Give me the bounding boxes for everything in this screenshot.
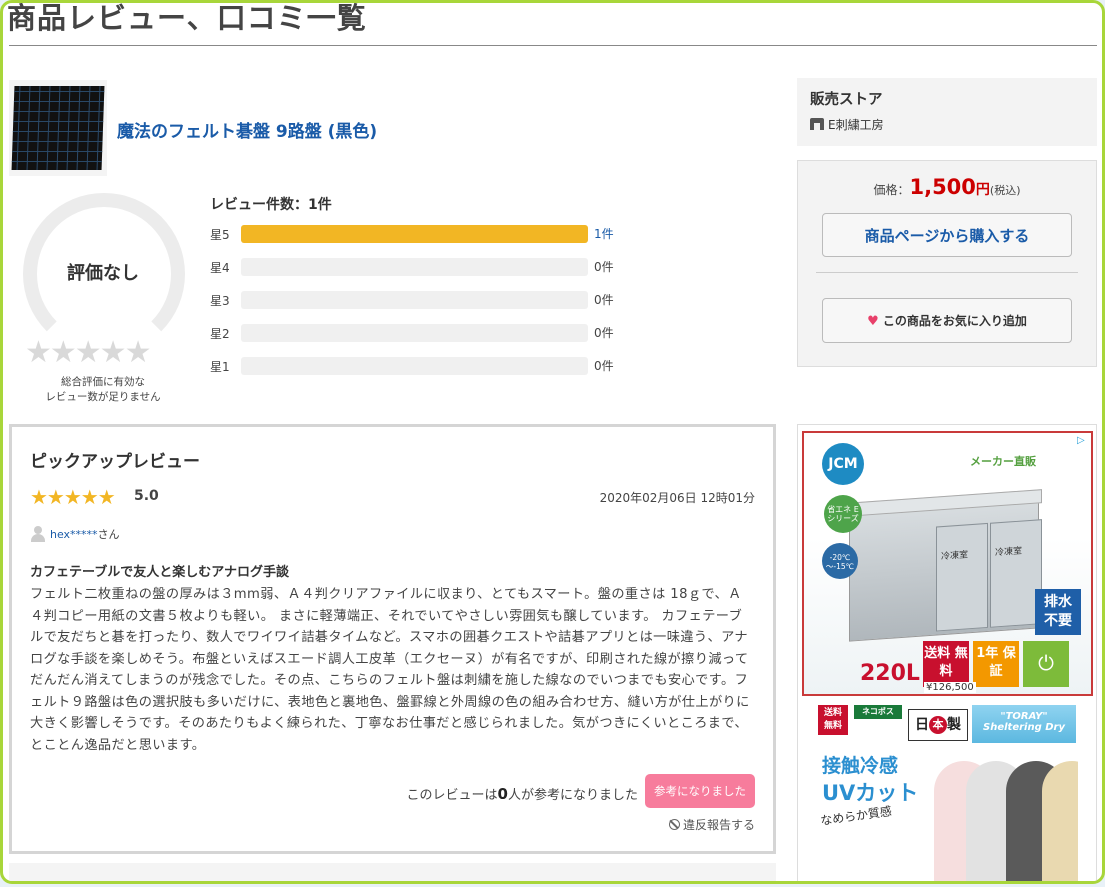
price-divider [816, 272, 1078, 273]
contact-cool-text: 接触冷感 [822, 755, 899, 777]
review-heading: カフェテーブルで友人と楽しむアナログ手談 [30, 565, 289, 580]
no-drain-badge: 排水 不要 [1035, 589, 1081, 635]
empty-star-rating: ★★★★★ [25, 335, 151, 370]
uv-cut-text: UVカット [822, 781, 919, 805]
review-star-rating: ★★★★★ [30, 485, 116, 509]
free-shipping-badge: 送料 無料 [923, 641, 969, 687]
jcm-logo: JCM [822, 443, 864, 485]
go-board-image [11, 86, 105, 170]
histogram-row: 星3 0件 [210, 291, 630, 309]
favorite-button[interactable]: ♥ この商品をお気に入り追加 [822, 298, 1072, 343]
histogram-row: 星1 0件 [210, 357, 630, 375]
histogram-fill [241, 225, 588, 243]
product-thumbnail[interactable] [9, 80, 107, 176]
review-date: 2020年02月06日 12時01分 [599, 491, 755, 505]
histogram-count: 0件 [594, 326, 614, 340]
user-icon [30, 526, 46, 542]
histogram-label: 星3 [210, 294, 230, 308]
histogram-track [241, 258, 588, 276]
ad-column: ▷ JCM メーカー直販 冷凍室 冷凍室 省エネ Eシリーズ -20℃ ～-15… [797, 424, 1097, 881]
page-frame: 商品レビュー、口コミ一覧 魔法のフェルト碁盤 9路盤 (黒色) 評価なし ★★★… [0, 0, 1105, 884]
report-link[interactable]: 違反報告する [668, 816, 755, 833]
temperature-badge: -20℃ ～-15℃ [822, 543, 858, 579]
histogram-row: 星4 0件 [210, 258, 630, 276]
pickup-review-card: ピックアップレビュー ★★★★★ 5.0 2020年02月06日 12時01分 … [9, 424, 776, 854]
eco-badge: 省エネ Eシリーズ [824, 495, 862, 533]
warranty-badge: 1年 保証 [973, 641, 1019, 687]
free-shipping-badge: 送料 無料 [818, 705, 848, 735]
histogram-count: 0件 [594, 359, 614, 373]
prohibited-icon [668, 819, 680, 830]
ad-price: ¥126,500 [924, 682, 976, 693]
maker-direct-label: メーカー直販 [970, 455, 1036, 468]
price-line: 価格：1,500円(税込) [873, 175, 1021, 199]
histogram-label: 星5 [210, 228, 230, 242]
review-body: フェルト二枚重ねの盤の厚みは３mm弱、Ａ４判クリアファイルに収まり、とてもスマー… [30, 587, 750, 753]
store-title: 販売ストア [810, 92, 883, 108]
histogram-row: 星2 0件 [210, 324, 630, 342]
capacity-label: 220L [860, 661, 920, 686]
insufficient-reviews-note: 総合評価に有効な レビュー数が足りません [45, 376, 161, 403]
histogram-count[interactable]: 1件 [594, 225, 614, 242]
buy-button[interactable]: 商品ページから購入する [822, 213, 1072, 257]
histogram-count: 0件 [594, 260, 614, 274]
histogram-track [241, 225, 588, 243]
reviewer-name[interactable]: hex*****さん [50, 526, 120, 542]
histogram-label: 星4 [210, 261, 230, 275]
ad-freezer[interactable]: ▷ JCM メーカー直販 冷凍室 冷凍室 省エネ Eシリーズ -20℃ ～-15… [802, 431, 1093, 696]
helpful-count-text: このレビューは0人が参考になりました [406, 785, 638, 803]
ad-mask[interactable]: 送料 無料 ネコポス 日本製 "TORAY" Sheltering Dry 接触… [816, 703, 1078, 881]
store-icon [810, 118, 824, 130]
histogram-track [241, 357, 588, 375]
no-rating-text: 評価なし [67, 263, 139, 284]
histogram-row: 星5 1件 [210, 225, 630, 243]
product-name-link[interactable]: 魔法のフェルト碁盤 9路盤 (黒色) [117, 117, 377, 142]
adchoices-icon[interactable]: ▷ [1077, 435, 1088, 446]
plug-icon: ⏻ [1023, 641, 1069, 687]
review-score: 5.0 [134, 488, 159, 504]
freezer-door: 冷凍室 [936, 522, 988, 632]
title-divider [9, 45, 1097, 46]
mask-image [1042, 761, 1078, 881]
price-box: 価格：1,500円(税込) 商品ページから購入する ♥ この商品をお気に入り追加 [797, 160, 1097, 367]
page-title: 商品レビュー、口コミ一覧 [7, 1, 367, 35]
histogram-label: 星1 [210, 360, 230, 374]
review-count: レビュー件数：1件 [210, 197, 332, 213]
histogram-count: 0件 [594, 293, 614, 307]
helpful-button[interactable]: 参考になりました [645, 774, 755, 808]
heart-icon: ♥ [867, 314, 879, 329]
price-amount: 1,500 [909, 175, 976, 199]
store-name-link[interactable]: E刺繍工房 [828, 116, 884, 133]
histogram-track [241, 324, 588, 342]
toray-logo: "TORAY" Sheltering Dry [972, 705, 1076, 743]
nekopos-badge: ネコポス [854, 705, 902, 719]
freezer-image: 冷凍室 冷凍室 [842, 489, 1042, 642]
pickup-review-title: ピックアップレビュー [30, 452, 200, 472]
next-section-strip [9, 863, 776, 881]
made-in-japan-badge: 日本製 [908, 709, 968, 741]
histogram-track [241, 291, 588, 309]
store-box: 販売ストア E刺繍工房 [797, 78, 1097, 146]
histogram-label: 星2 [210, 327, 230, 341]
